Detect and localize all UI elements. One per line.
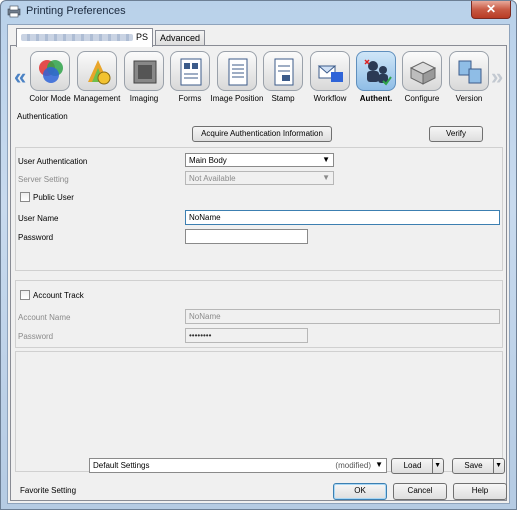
toolbar-label-management: Management xyxy=(73,94,121,103)
account-password-input[interactable]: •••••••• xyxy=(185,328,308,343)
authentication-group: User Authentication Main Body ▼ Server S… xyxy=(15,147,503,271)
window-title: Printing Preferences xyxy=(26,5,126,17)
authentication-button[interactable] xyxy=(356,51,396,91)
password-label: Password xyxy=(18,233,54,242)
title-bar[interactable]: Printing Preferences ✕ xyxy=(1,1,516,23)
save-button-label: Save xyxy=(464,461,483,470)
dialog-body: PS Advanced « » Color Mode Management Im… xyxy=(7,24,510,504)
printer-icon xyxy=(7,5,21,18)
dropdown-arrow-icon: ▼ xyxy=(322,173,330,182)
forms-icon xyxy=(180,58,202,86)
account-track-checkbox[interactable] xyxy=(20,290,30,300)
toolbar-label-workflow: Workflow xyxy=(313,94,347,103)
empty-settings-area xyxy=(15,351,503,472)
imaging-icon xyxy=(133,60,157,84)
toolbar-label-forms: Forms xyxy=(178,94,202,103)
color-mode-button[interactable] xyxy=(30,51,70,91)
help-button[interactable]: Help xyxy=(453,483,507,500)
load-button[interactable]: Load ▼ xyxy=(391,458,444,474)
stamp-button[interactable] xyxy=(263,51,303,91)
account-name-label: Account Name xyxy=(18,313,71,322)
tab-advanced[interactable]: Advanced xyxy=(155,30,206,46)
image-position-button[interactable] xyxy=(217,51,257,91)
user-authentication-value: Main Body xyxy=(189,156,227,165)
ok-button[interactable]: OK xyxy=(333,483,387,500)
version-button[interactable] xyxy=(449,51,489,91)
toolbar-label-version: Version xyxy=(455,94,483,103)
favorite-setting-select[interactable]: Default Settings (modified) ▼ xyxy=(89,458,387,473)
toolbar-label-color-mode: Color Mode xyxy=(29,94,71,103)
server-setting-value: Not Available xyxy=(189,174,236,183)
toolbar-label-imaging: Imaging xyxy=(129,94,159,103)
account-password-label: Password xyxy=(18,332,54,341)
scroll-left-arrow[interactable]: « xyxy=(14,64,26,90)
printing-preferences-window: Printing Preferences ✕ PS Advanced « » C… xyxy=(0,0,517,510)
printer-name-redacted xyxy=(21,34,133,42)
scroll-right-arrow[interactable]: » xyxy=(491,64,503,90)
workflow-icon xyxy=(317,65,343,82)
acquire-authentication-button[interactable]: Acquire Authentication Information xyxy=(192,126,332,142)
split-separator xyxy=(432,459,433,473)
favorite-setting-value: Default Settings xyxy=(93,461,150,470)
color-mode-icon xyxy=(39,60,63,83)
verify-button[interactable]: Verify xyxy=(429,126,483,142)
account-name-input[interactable]: NoName xyxy=(185,309,500,324)
load-button-label: Load xyxy=(403,461,422,470)
dropdown-arrow-icon: ▼ xyxy=(375,460,383,469)
user-authentication-select[interactable]: Main Body ▼ xyxy=(185,153,334,167)
imaging-button[interactable] xyxy=(124,51,164,91)
management-button[interactable] xyxy=(77,51,117,91)
authentication-icon xyxy=(364,59,392,86)
user-name-input[interactable]: NoName xyxy=(185,210,500,225)
user-authentication-label: User Authentication xyxy=(18,157,88,166)
user-name-label: User Name xyxy=(18,214,59,223)
version-icon xyxy=(458,60,482,84)
workflow-button[interactable] xyxy=(310,51,350,91)
server-setting-select[interactable]: Not Available ▼ xyxy=(185,171,334,185)
favorite-modified-status: (modified) xyxy=(335,461,371,470)
split-separator xyxy=(493,459,494,473)
dropdown-arrow-icon: ▼ xyxy=(322,155,330,164)
cancel-button[interactable]: Cancel xyxy=(393,483,447,500)
public-user-checkbox[interactable] xyxy=(20,192,30,202)
public-user-label: Public User xyxy=(33,193,74,202)
close-button[interactable]: ✕ xyxy=(471,1,511,19)
forms-button[interactable] xyxy=(170,51,210,91)
toolbar-label-configure: Configure xyxy=(404,94,440,103)
account-track-group: Account Track Account Name NoName Passwo… xyxy=(15,280,503,348)
password-input[interactable] xyxy=(185,229,308,244)
management-icon xyxy=(88,60,111,85)
account-track-label: Account Track xyxy=(33,291,84,300)
toolbar-label-stamp: Stamp xyxy=(271,94,295,103)
authentication-section-title: Authentication xyxy=(17,112,68,121)
server-setting-label: Server Setting xyxy=(18,175,69,184)
dropdown-arrow-icon: ▼ xyxy=(434,462,441,469)
tab-printer-ps[interactable]: PS xyxy=(16,28,153,47)
favorite-setting-label: Favorite Setting xyxy=(20,486,77,495)
stamp-icon xyxy=(274,58,294,86)
toolbar-label-image-position: Image Position xyxy=(210,94,264,103)
image-position-icon xyxy=(228,58,248,86)
toolbar-label-authentication: Authent. xyxy=(359,94,393,103)
configure-icon xyxy=(409,61,437,85)
tab-panel: « » Color Mode Management Imaging Forms … xyxy=(10,45,507,501)
configure-button[interactable] xyxy=(402,51,442,91)
save-button[interactable]: Save ▼ xyxy=(452,458,505,474)
tab-printer-ps-label: PS xyxy=(136,32,149,42)
dropdown-arrow-icon: ▼ xyxy=(495,462,502,469)
